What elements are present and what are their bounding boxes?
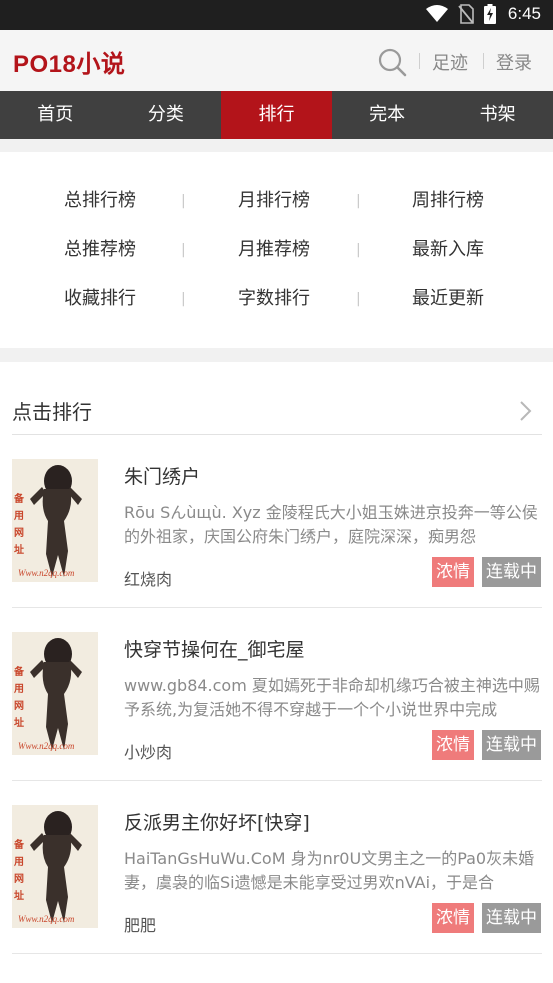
ranking-row: 总排行榜 | 月排行榜 | 周排行榜: [0, 186, 553, 216]
ranking-row: 收藏排行 | 字数排行 | 最近更新: [0, 284, 553, 314]
header-separator: [419, 53, 420, 69]
no-sim-icon: [458, 4, 474, 24]
status-badge: 连载中: [482, 557, 541, 587]
cover-lettering: 备用网址: [14, 840, 24, 902]
genre-badge: 浓情: [432, 557, 474, 587]
rank-separator: |: [181, 242, 186, 258]
login-link[interactable]: 登录: [496, 49, 532, 75]
book-description: www.gb84.com 夏如嫣死于非命却机缘巧合被主神选中赐予系统,为复活她不…: [124, 676, 540, 719]
section-title: 点击排行: [12, 400, 92, 424]
rank-link-total-recommend[interactable]: 总推荐榜: [30, 235, 170, 265]
cover-lettering: 备用网址: [14, 494, 24, 556]
status-badge: 连载中: [482, 903, 541, 933]
book-title[interactable]: 反派男主你好坏[快穿]: [124, 808, 310, 835]
rank-separator: |: [181, 193, 186, 209]
clock: 6:45: [507, 4, 541, 23]
book-author[interactable]: 红烧肉: [124, 566, 172, 590]
tab-bookshelf[interactable]: 书架: [442, 91, 553, 139]
rank-link-wordcount[interactable]: 字数排行: [204, 284, 344, 314]
battery-charging-icon: [483, 4, 496, 24]
rank-link-favorites[interactable]: 收藏排行: [30, 284, 170, 314]
book-description: HaiTanGsHuWu.CoM 身为nr0U文男主之一的Pa0灰未婚妻，虞袅的…: [124, 849, 535, 892]
rank-separator: |: [356, 193, 361, 209]
genre-badge: 浓情: [432, 730, 474, 760]
divider: [12, 953, 542, 954]
tab-home[interactable]: 首页: [0, 91, 111, 139]
wifi-icon: [425, 5, 448, 22]
cover-url: Www.n2qq.com: [18, 741, 75, 751]
rank-link-monthly[interactable]: 月排行榜: [204, 186, 344, 216]
book-author[interactable]: 小炒肉: [124, 739, 172, 763]
status-bar: 6:45: [0, 0, 553, 30]
cover-lettering: 备用网址: [14, 667, 24, 729]
cover-url: Www.n2qq.com: [18, 568, 75, 578]
site-logo[interactable]: PO18小说: [13, 44, 125, 79]
footprint-link[interactable]: 足迹: [432, 49, 468, 75]
genre-badge: 浓情: [432, 903, 474, 933]
click-ranking-header[interactable]: 点击排行: [0, 362, 553, 435]
book-cover[interactable]: 备用网址 Www.n2qq.com: [12, 632, 98, 755]
rank-separator: |: [181, 291, 186, 307]
main-nav: 首页 分类 排行 完本 书架: [0, 91, 553, 139]
cover-url: Www.n2qq.com: [18, 914, 75, 924]
rank-separator: |: [356, 291, 361, 307]
book-author[interactable]: 肥肥: [124, 912, 156, 936]
book-item[interactable]: 备用网址 Www.n2qq.com 快穿节操何在_御宅屋 www.gb84.co…: [0, 608, 553, 781]
rank-link-total[interactable]: 总排行榜: [30, 186, 170, 216]
rank-link-newest[interactable]: 最新入库: [378, 235, 518, 265]
book-description: Rōu Sんùщù. Xyz 金陵程氏大小姐玉姝进京投奔一等公侯的外祖家，庆国公…: [124, 503, 538, 546]
search-icon[interactable]: [377, 47, 407, 77]
rank-separator: |: [356, 242, 361, 258]
ranking-menu: 总排行榜 | 月排行榜 | 周排行榜 总推荐榜 | 月推荐榜 | 最新入库 收藏…: [0, 152, 553, 348]
tab-ranking[interactable]: 排行: [221, 91, 332, 139]
tab-completed[interactable]: 完本: [332, 91, 443, 139]
rank-link-recent-update[interactable]: 最近更新: [378, 284, 518, 314]
tab-category[interactable]: 分类: [111, 91, 222, 139]
header-separator: [483, 53, 484, 69]
book-cover[interactable]: 备用网址 Www.n2qq.com: [12, 805, 98, 928]
book-title[interactable]: 朱门绣户: [124, 462, 200, 489]
chevron-right-icon[interactable]: [514, 400, 536, 422]
divider: [0, 348, 553, 362]
book-cover[interactable]: 备用网址 Www.n2qq.com: [12, 459, 98, 582]
divider: [0, 139, 553, 152]
rank-link-monthly-recommend[interactable]: 月推荐榜: [204, 235, 344, 265]
status-badge: 连载中: [482, 730, 541, 760]
book-item[interactable]: 备用网址 Www.n2qq.com 反派男主你好坏[快穿] HaiTanGsHu…: [0, 781, 553, 954]
book-title[interactable]: 快穿节操何在_御宅屋: [124, 635, 305, 662]
header: PO18小说 足迹 登录: [0, 30, 553, 91]
book-item[interactable]: 备用网址 Www.n2qq.com 朱门绣户 Rōu Sんùщù. Xyz 金陵…: [0, 435, 553, 608]
ranking-row: 总推荐榜 | 月推荐榜 | 最新入库: [0, 235, 553, 265]
rank-link-weekly[interactable]: 周排行榜: [378, 186, 518, 216]
